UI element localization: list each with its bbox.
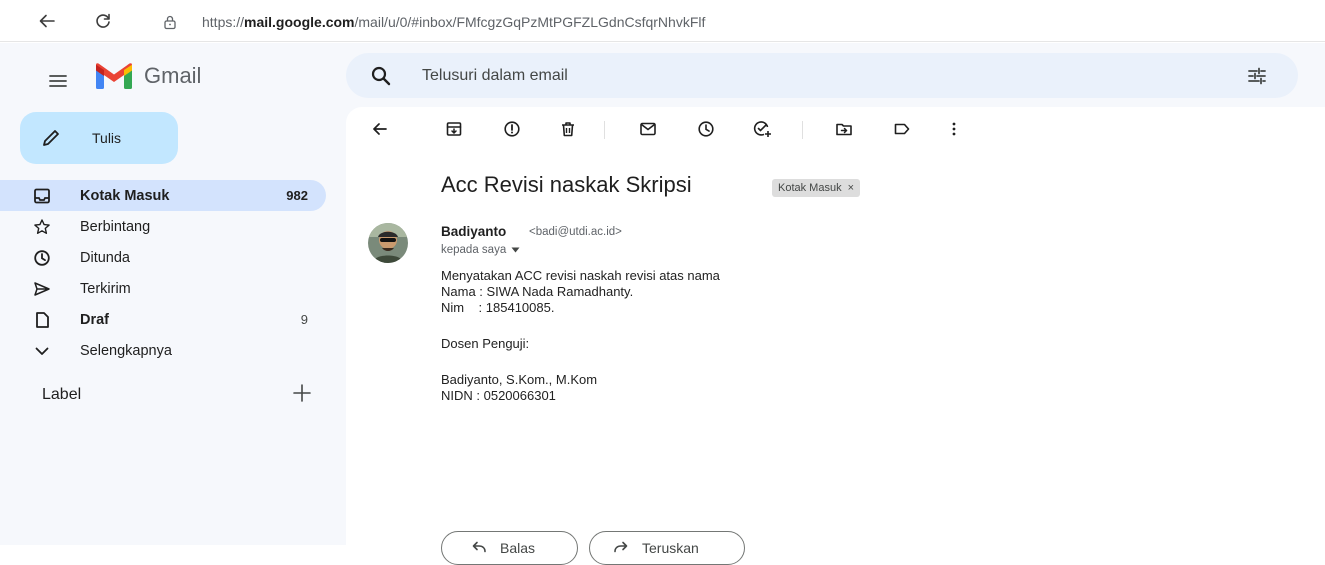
browser-back-button[interactable] [34, 8, 60, 34]
body-line: Menyatakan ACC revisi naskah revisi atas… [441, 268, 720, 283]
move-folder-icon [836, 123, 852, 136]
caret-down-icon [511, 247, 520, 253]
envelope-icon [640, 122, 656, 136]
pencil-icon [43, 130, 59, 146]
forward-button[interactable]: Teruskan [589, 531, 745, 565]
reply-icon [472, 541, 486, 553]
lock-icon[interactable] [162, 14, 178, 30]
main-menu-button[interactable] [38, 61, 78, 101]
search-options-icon[interactable] [1246, 65, 1268, 87]
sidebar-item-label: Kotak Masuk [80, 187, 170, 204]
email-body: Menyatakan ACC revisi naskah revisi atas… [441, 268, 720, 404]
add-to-tasks-button[interactable] [750, 117, 774, 141]
clock-icon [698, 121, 714, 137]
report-spam-button[interactable] [500, 117, 524, 141]
sidebar-item-label: Berbintang [80, 218, 151, 235]
inbox-label-chip[interactable]: Kotak Masuk × [772, 179, 861, 197]
compose-label: Tulis [92, 130, 122, 146]
body-line: Nim : 185410085. [441, 300, 555, 315]
url-prefix: https:// [202, 14, 245, 30]
move-to-button[interactable] [832, 117, 856, 141]
send-icon [32, 279, 52, 299]
clock-icon [32, 248, 52, 268]
sidebar-item-snoozed[interactable]: Ditunda [0, 242, 326, 273]
chevron-down-icon [32, 341, 52, 361]
archive-button[interactable] [442, 117, 466, 141]
sidebar-nav: Kotak Masuk 982 Berbintang Ditunda Terki… [0, 180, 326, 366]
gmail-m-logo-icon [96, 63, 132, 89]
search-icon[interactable] [370, 65, 392, 87]
body-line: Dosen Penguji: [441, 336, 530, 351]
url-path: /mail/u/0/#inbox/FMfcgzGqPzMtPGFZLGdnCsf… [354, 14, 706, 30]
sidebar-item-starred[interactable]: Berbintang [0, 211, 326, 242]
body-line: Nama : SIWA Nada Ramadhanty. [441, 284, 634, 299]
forward-icon [614, 541, 628, 553]
sidebar-item-label: Selengkapnya [80, 342, 172, 359]
toolbar-divider [604, 121, 605, 139]
snooze-button[interactable] [694, 117, 718, 141]
delete-button[interactable] [556, 117, 580, 141]
more-vert-icon [952, 122, 956, 136]
forward-label: Teruskan [642, 540, 699, 556]
url-domain: mail.google.com [244, 14, 355, 30]
search-input[interactable] [422, 66, 1202, 85]
search-bar[interactable] [346, 53, 1298, 98]
address-bar[interactable]: https://mail.google.com/mail/u/0/#inbox/… [148, 8, 1318, 36]
avatar[interactable] [368, 223, 408, 263]
label-chip-text: Kotak Masuk [778, 182, 842, 194]
plus-icon[interactable] [290, 381, 314, 405]
sidebar-item-label: Terkirim [80, 280, 131, 297]
sidebar-item-label: Ditunda [80, 249, 130, 266]
sender-name[interactable]: Badiyanto [441, 224, 506, 239]
arrow-left-icon [39, 14, 55, 28]
hamburger-menu-icon [49, 75, 67, 87]
browser-reload-button[interactable] [90, 8, 116, 34]
body-line: NIDN : 0520066301 [441, 388, 556, 403]
reply-button[interactable]: Balas [441, 531, 578, 565]
gmail-app: Gmail Tulis Kotak Masuk 982 Berbintang D… [0, 43, 1325, 565]
body-line: Badiyanto, S.Kom., M.Kom [441, 372, 598, 387]
recipient-label: kepada saya [441, 244, 507, 256]
back-to-inbox-button[interactable] [368, 117, 392, 141]
toolbar-divider [802, 121, 803, 139]
email-subject: Acc Revisi naskak Skripsi [441, 172, 692, 197]
browser-toolbar: https://mail.google.com/mail/u/0/#inbox/… [0, 0, 1325, 42]
label-button[interactable] [890, 117, 914, 141]
sidebar-item-more[interactable]: Selengkapnya [0, 335, 326, 366]
labels-heading: Label [42, 386, 82, 403]
reply-label: Balas [500, 540, 536, 556]
mark-unread-button[interactable] [636, 117, 660, 141]
trash-icon [562, 122, 574, 137]
sidebar-item-label: Draf [80, 311, 110, 328]
inbox-icon [32, 186, 52, 206]
app-name: Gmail [144, 63, 202, 88]
archive-icon [446, 122, 462, 136]
draft-count: 9 [300, 312, 308, 327]
unread-count: 982 [286, 188, 308, 203]
gmail-logo[interactable]: Gmail [94, 61, 201, 91]
report-spam-icon [504, 121, 520, 137]
email-toolbar [346, 107, 1325, 151]
star-icon [32, 217, 52, 237]
sender-email: <badi@utdi.ac.id> [529, 226, 622, 238]
reload-icon [96, 13, 110, 28]
sidebar-item-inbox[interactable]: Kotak Masuk 982 [0, 180, 326, 211]
compose-button[interactable]: Tulis [20, 112, 178, 164]
sidebar-item-sent[interactable]: Terkirim [0, 273, 326, 304]
add-task-icon [753, 121, 771, 137]
recipient-details-toggle[interactable]: kepada saya [441, 244, 520, 256]
more-options-button[interactable] [942, 117, 966, 141]
label-icon [894, 123, 910, 135]
sidebar-item-drafts[interactable]: Draf 9 [0, 304, 326, 335]
email-view: Acc Revisi naskak Skripsi Kotak Masuk × B… [346, 107, 1325, 565]
draft-icon [32, 310, 52, 330]
remove-label-button[interactable]: × [848, 182, 854, 194]
arrow-left-icon [373, 123, 387, 135]
